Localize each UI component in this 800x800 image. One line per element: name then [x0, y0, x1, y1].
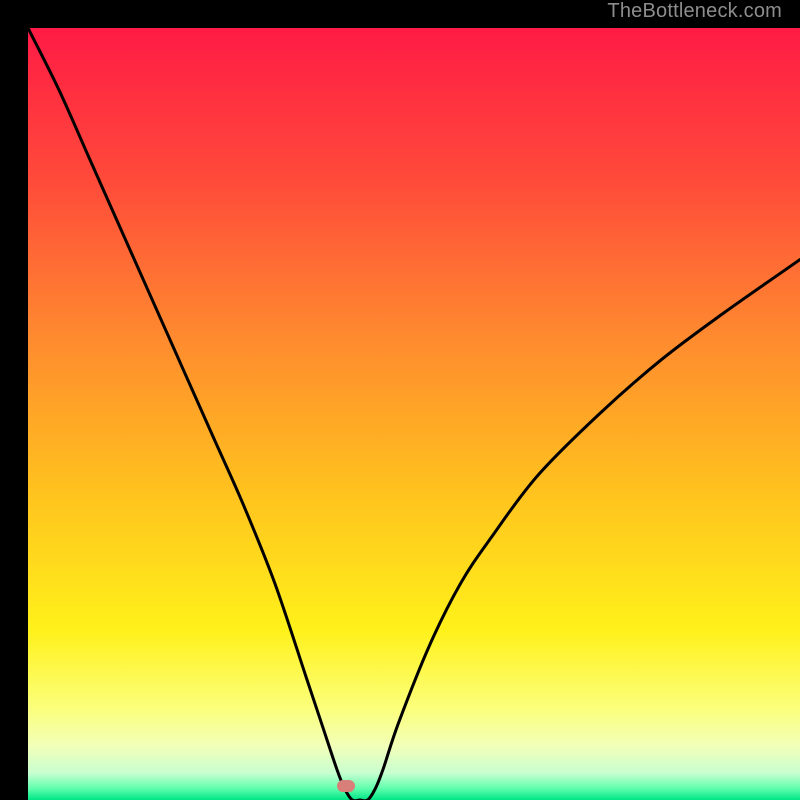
- optimal-point-marker: [337, 780, 355, 792]
- watermark-text: TheBottleneck.com: [607, 0, 782, 23]
- chart-frame: [14, 14, 786, 786]
- bottleneck-chart: [28, 28, 800, 800]
